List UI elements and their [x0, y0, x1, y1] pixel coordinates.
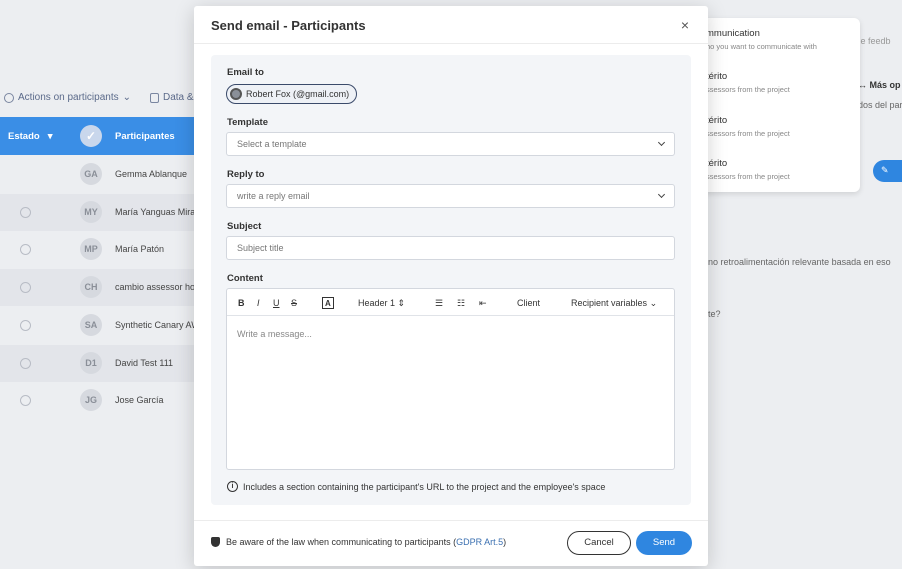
avatar: D1: [80, 352, 102, 374]
row-radio[interactable]: [20, 320, 31, 331]
row-radio[interactable]: [20, 395, 31, 406]
url-info-note: i Includes a section containing the part…: [227, 481, 605, 492]
participant-name: Gemma Ablanque: [115, 169, 188, 179]
estado-column-header[interactable]: Estado ▾: [8, 131, 52, 142]
row-radio[interactable]: [20, 282, 31, 293]
ordered-list-icon[interactable]: ☰: [435, 297, 443, 309]
chevron-down-icon: ⌄: [649, 298, 658, 308]
law-notice: Be aware of the law when communicating t…: [211, 537, 506, 547]
participant-name: David Test 111: [115, 358, 174, 368]
table-row[interactable]: SA Synthetic Canary AW: [0, 307, 210, 344]
reply-to-label: Reply to: [227, 169, 265, 180]
table-row[interactable]: MP María Patón: [0, 231, 210, 268]
table-row[interactable]: CH cambio assessor ho: [0, 269, 210, 306]
more-options-button[interactable]: ↔ Más op: [858, 80, 901, 90]
email-to-label: Email to: [227, 67, 264, 78]
chevron-down-icon: [657, 138, 666, 147]
gdpr-link[interactable]: GDPR Art.5: [456, 537, 503, 547]
email-form: Email to Robert Fox (@gmail.com) Templat…: [211, 55, 691, 505]
dos-del-text: dos del par: [858, 100, 902, 110]
shield-icon: [211, 537, 220, 547]
divider: [194, 520, 708, 521]
avatar: MP: [80, 238, 102, 260]
participants-toolbar: Actions on participants ⌄ Data &: [0, 84, 210, 114]
document-icon: [150, 92, 159, 103]
send-email-modal: Send email - Participants × Email to Rob…: [194, 6, 708, 566]
underline-button[interactable]: U: [273, 297, 280, 309]
data-button[interactable]: Data &: [150, 92, 194, 103]
client-button[interactable]: Client: [517, 297, 540, 309]
actions-on-participants-button[interactable]: Actions on participants ⌄: [4, 92, 131, 103]
dropdown-item[interactable]: térito ssessors from the project: [706, 158, 856, 181]
row-radio[interactable]: [20, 358, 31, 369]
table-header: Estado ▾ ✓ Participantes: [0, 117, 210, 155]
indent-icon[interactable]: ⇤: [479, 297, 487, 309]
header-select[interactable]: Header 1 ⇕: [358, 297, 405, 309]
sort-icon: ⇕: [397, 298, 406, 308]
avatar: GA: [80, 163, 102, 185]
highlight-button[interactable]: A: [322, 297, 334, 309]
chevron-down-icon: [657, 190, 666, 199]
close-icon[interactable]: ×: [678, 18, 692, 32]
table-row[interactable]: JG Jose García: [0, 382, 210, 419]
content-label: Content: [227, 273, 263, 284]
message-input[interactable]: Write a message...: [237, 329, 312, 339]
question-text: te?: [708, 309, 721, 319]
modal-title: Send email - Participants: [211, 18, 366, 33]
subject-label: Subject: [227, 221, 262, 232]
row-radio[interactable]: [20, 207, 31, 218]
italic-button[interactable]: I: [257, 297, 260, 309]
participant-name: María Yanguas Mira: [115, 207, 196, 217]
dropdown-item[interactable]: térito ssessors from the project: [706, 71, 856, 94]
table-row[interactable]: D1 David Test 111: [0, 345, 210, 382]
cancel-button[interactable]: Cancel: [567, 531, 631, 555]
avatar: [230, 88, 242, 100]
avatar: SA: [80, 314, 102, 336]
table-row[interactable]: MY María Yanguas Mira: [0, 194, 210, 231]
table-row[interactable]: GA Gemma Ablanque: [0, 156, 210, 193]
bullet-list-icon[interactable]: ☷: [457, 297, 465, 309]
editor-toolbar: B I U S A Header 1 ⇕ ☰ ☷ ⇤ Client Recipi…: [227, 289, 674, 316]
avatar: JG: [80, 389, 102, 411]
communication-dropdown: mmunication ho you want to communicate w…: [700, 18, 860, 192]
dropdown-item[interactable]: térito ssessors from the project: [706, 115, 856, 138]
actions-icon: [4, 92, 14, 103]
bold-button[interactable]: B: [238, 297, 245, 309]
chevron-down-icon: ⌄: [122, 92, 132, 103]
select-all-checkbox[interactable]: ✓: [80, 125, 102, 147]
info-icon: i: [227, 481, 238, 492]
recipient-variables-select[interactable]: Recipient variables ⌄: [571, 297, 657, 309]
avatar: MY: [80, 201, 102, 223]
participants-column-header: Participantes: [115, 131, 175, 142]
avatar: CH: [80, 276, 102, 298]
participant-name: María Patón: [115, 244, 165, 254]
retro-text: no retroalimentación relevante basada en…: [708, 257, 891, 267]
edit-button[interactable]: ✎: [873, 160, 902, 182]
dropdown-item[interactable]: mmunication ho you want to communicate w…: [706, 28, 856, 51]
reply-to-select[interactable]: write a reply email: [226, 184, 675, 208]
row-radio[interactable]: [20, 244, 31, 255]
template-label: Template: [227, 117, 269, 128]
divider: [194, 43, 708, 44]
participant-name: Synthetic Canary AW: [115, 320, 200, 330]
content-editor[interactable]: B I U S A Header 1 ⇕ ☰ ☷ ⇤ Client Recipi…: [226, 288, 675, 470]
caret-down-icon: ▾: [47, 131, 53, 142]
send-button[interactable]: Send: [636, 531, 692, 555]
recipient-chip[interactable]: Robert Fox (@gmail.com): [226, 84, 358, 104]
participant-name: cambio assessor ho: [115, 282, 196, 292]
pencil-icon: ✎: [881, 165, 889, 175]
subject-input[interactable]: Subject title: [226, 236, 675, 260]
participant-name: Jose García: [115, 395, 164, 405]
strikethrough-button[interactable]: S: [291, 297, 297, 309]
template-select[interactable]: Select a template: [226, 132, 675, 156]
